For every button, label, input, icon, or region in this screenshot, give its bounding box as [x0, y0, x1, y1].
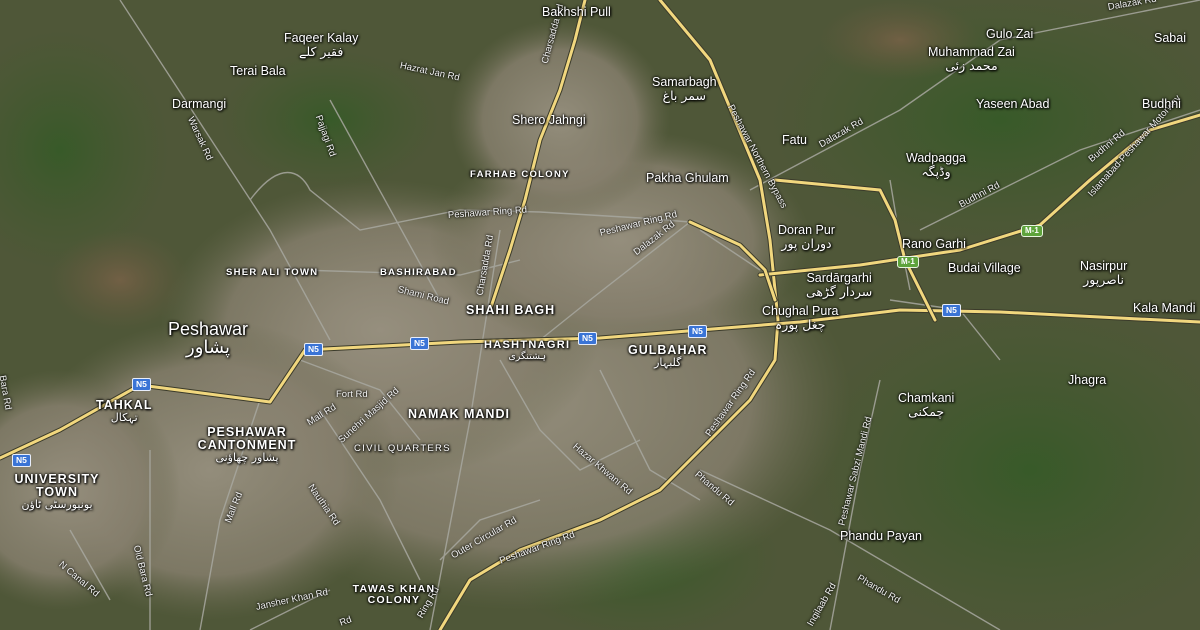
n5-shield: N5: [12, 454, 31, 467]
place-name-urdu: چغل پورہ: [774, 317, 826, 333]
area-name-urdu: گلبہار: [654, 356, 682, 370]
area-name-urdu: تہکال: [110, 411, 138, 425]
place-label[interactable]: Samarbagh سمر باغ: [652, 75, 717, 104]
place-label[interactable]: Phandu Payan: [840, 529, 922, 543]
place-label[interactable]: Chamkani چمکنی: [898, 391, 955, 420]
place-name: Chamkani: [898, 391, 955, 405]
road-label: Fort Rd: [336, 389, 368, 400]
place-name: Muhammad Zai: [928, 45, 1015, 59]
area-label[interactable]: SHER ALI TOWN: [226, 268, 318, 278]
place-name: Nasirpur: [1080, 259, 1128, 273]
area-label[interactable]: FARHAB COLONY: [470, 170, 570, 180]
area-name: TAHKAL: [96, 398, 153, 412]
place-label[interactable]: Pakha Ghulam: [646, 171, 729, 185]
area-label[interactable]: NAMAK MANDI: [408, 407, 510, 421]
area-name: GULBAHAR: [628, 343, 708, 357]
place-label[interactable]: Sardārgarhi سردار گڑھی: [806, 271, 873, 300]
place-name-urdu: فقیر کلے: [299, 44, 344, 60]
place-name: Chughal Pura: [762, 304, 839, 318]
area-label[interactable]: UNIVERSITY TOWN یونیورسٹی ٹاؤن: [10, 472, 104, 512]
n5-shield: N5: [304, 343, 323, 356]
area-name-urdu: یونیورسٹی ٹاؤن: [21, 498, 93, 512]
place-label[interactable]: Kala Mandi: [1133, 301, 1196, 315]
place-label[interactable]: Wadpagga وڈپگہ: [906, 151, 966, 180]
place-name-urdu: سمر باغ: [662, 88, 706, 104]
place-label[interactable]: Bakhshi Pull: [542, 5, 611, 19]
area-name: PESHAWAR CANTONMENT: [197, 425, 297, 453]
area-name: UNIVERSITY TOWN: [14, 472, 100, 500]
n5-shield: N5: [578, 332, 597, 345]
city-name: Peshawar: [168, 319, 249, 339]
place-label[interactable]: Faqeer Kalay فقیر کلے: [284, 31, 359, 60]
place-name-urdu: چمکنی: [908, 404, 945, 420]
place-name-urdu: سردار گڑھی: [806, 284, 873, 300]
area-label[interactable]: PESHAWAR CANTONMENT پشاور چھاؤنی: [192, 425, 302, 465]
area-label[interactable]: SHAHI BAGH: [466, 303, 555, 317]
place-label[interactable]: Budhni: [1142, 97, 1181, 111]
place-name-urdu: محمد زئی: [945, 58, 998, 74]
m1-shield: M-1: [1021, 225, 1043, 237]
place-name-urdu: وڈپگہ: [921, 164, 951, 180]
city-label[interactable]: Peshawar پشاور: [168, 320, 248, 358]
place-name: Samarbagh: [652, 75, 717, 89]
area-label[interactable]: CIVIL QUARTERS: [354, 444, 451, 454]
city-name-urdu: پشاور: [186, 336, 230, 358]
area-label[interactable]: GULBAHAR گلبہار: [628, 343, 708, 370]
place-label[interactable]: Gulo Zai: [986, 27, 1033, 41]
place-label[interactable]: Budai Village: [948, 261, 1021, 275]
area-label[interactable]: BASHIRABAD: [380, 268, 457, 278]
place-label[interactable]: Doran Pur دوران پور: [778, 223, 835, 252]
place-name: Doran Pur: [778, 223, 835, 237]
place-label[interactable]: Terai Bala: [230, 64, 286, 78]
area-name-urdu: ہشتنگری: [508, 350, 547, 362]
place-label[interactable]: Chughal Pura چغل پورہ: [762, 304, 839, 333]
place-name: Sardārgarhi: [806, 271, 872, 285]
place-label[interactable]: Darmangi: [172, 97, 226, 111]
n5-shield: N5: [410, 337, 429, 350]
n5-shield: N5: [688, 325, 707, 338]
area-name: HASHTNAGRI: [484, 339, 571, 351]
map-imagery: [0, 0, 1200, 630]
place-label[interactable]: Sabai: [1154, 31, 1186, 45]
place-label[interactable]: Fatu: [782, 133, 807, 147]
place-name: Faqeer Kalay: [284, 31, 359, 45]
area-label[interactable]: TAHKAL تہکال: [96, 398, 153, 425]
place-label[interactable]: Muhammad Zai محمد زئی: [928, 45, 1015, 74]
place-label[interactable]: Yaseen Abad: [976, 97, 1049, 111]
n5-shield: N5: [942, 304, 961, 317]
place-label[interactable]: Jhagra: [1068, 373, 1106, 387]
place-name-urdu: دوران پور: [781, 236, 832, 252]
n5-shield: N5: [132, 378, 151, 391]
place-label[interactable]: Rano Garhi: [902, 237, 966, 251]
area-name-urdu: پشاور چھاؤنی: [215, 451, 279, 465]
place-label[interactable]: Nasirpur ناصرپور: [1080, 259, 1128, 288]
place-name: Wadpagga: [906, 151, 966, 165]
satellite-map[interactable]: N5 N5 N5 N5 N5 N5 N5 M-1 M-1 Charsadda R…: [0, 0, 1200, 630]
m1-shield: M-1: [897, 256, 919, 268]
place-name-urdu: ناصرپور: [1083, 272, 1125, 288]
area-label[interactable]: HASHTNAGRI ہشتنگری: [484, 339, 571, 362]
place-label[interactable]: Shero Jahngi: [512, 113, 586, 127]
area-label[interactable]: TAWAS KHAN COLONY: [348, 583, 440, 606]
